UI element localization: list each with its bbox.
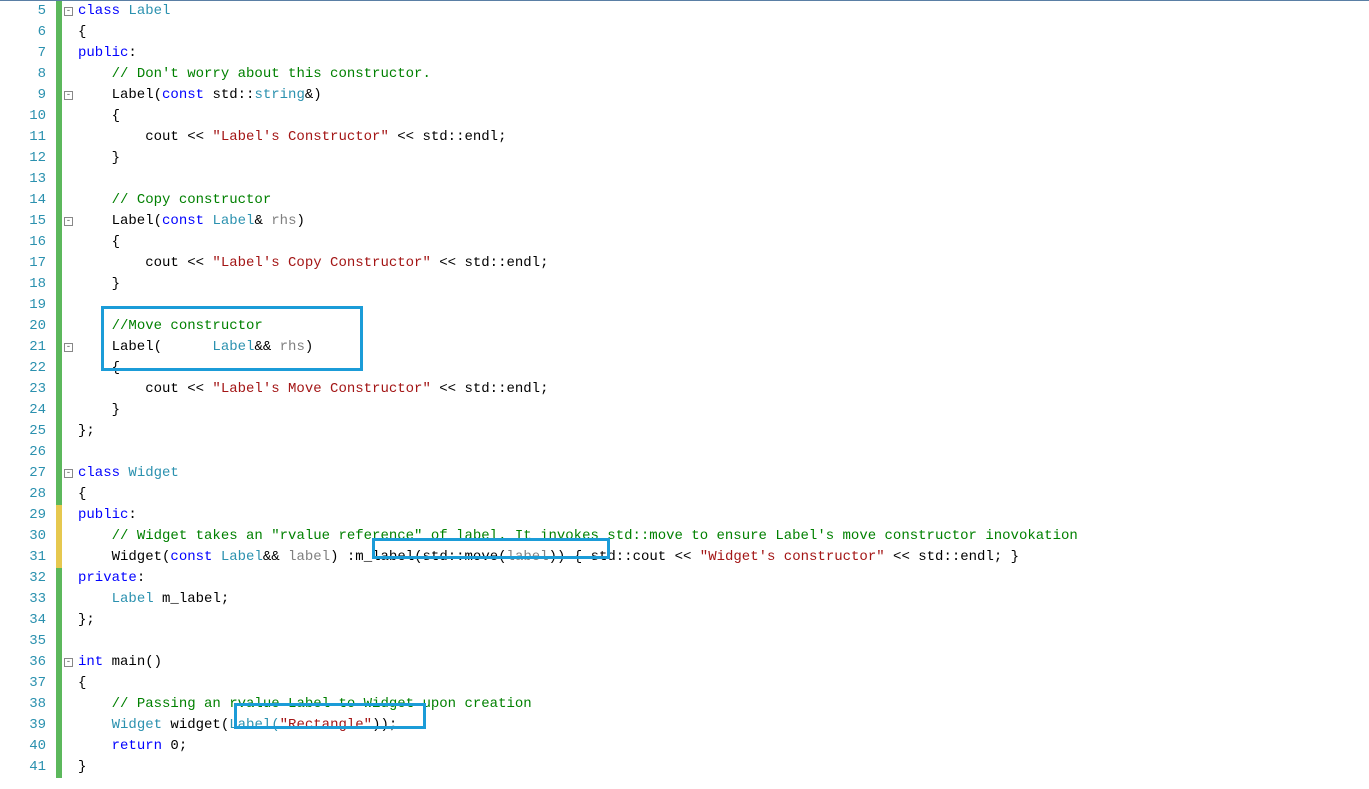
comment: // Passing an rvalue Label to Widget upo… (112, 696, 532, 712)
line-number: 17 (0, 253, 46, 274)
line-number: 6 (0, 22, 46, 43)
fold-toggle-icon[interactable]: - (64, 343, 73, 352)
code-line[interactable]: // Widget takes an "rvalue reference" of… (78, 526, 1369, 547)
line-number: 26 (0, 442, 46, 463)
comment: // Widget takes an "rvalue reference" of… (112, 528, 1078, 544)
line-number: 10 (0, 106, 46, 127)
code-line[interactable]: //Move constructor (78, 316, 1369, 337)
line-number: 25 (0, 421, 46, 442)
keyword: class (78, 3, 128, 19)
code-line[interactable]: public: (78, 505, 1369, 526)
line-number: 40 (0, 736, 46, 757)
fold-toggle-icon[interactable]: - (64, 658, 73, 667)
code-line[interactable]: cout << "Label's Move Constructor" << st… (78, 379, 1369, 400)
line-number: 31 (0, 547, 46, 568)
line-number: 32 (0, 568, 46, 589)
keyword: public (78, 45, 128, 61)
code-line[interactable]: // Copy constructor (78, 190, 1369, 211)
line-number: 7 (0, 43, 46, 64)
code-line[interactable]: { (78, 106, 1369, 127)
line-number: 5 (0, 1, 46, 22)
code-line[interactable]: // Don't worry about this constructor. (78, 64, 1369, 85)
line-number: 41 (0, 757, 46, 778)
code-line[interactable]: Label(const std::string&) (78, 85, 1369, 106)
code-line[interactable]: Label m_label; (78, 589, 1369, 610)
code-line[interactable]: class Label (78, 1, 1369, 22)
comment: //Move constructor (112, 318, 263, 334)
code-line[interactable]: { (78, 358, 1369, 379)
code-line[interactable]: // Passing an rvalue Label to Widget upo… (78, 694, 1369, 715)
line-number: 8 (0, 64, 46, 85)
code-line[interactable]: cout << "Label's Copy Constructor" << st… (78, 253, 1369, 274)
line-number: 27 (0, 463, 46, 484)
code-line[interactable]: }; (78, 610, 1369, 631)
line-number: 23 (0, 379, 46, 400)
line-number: 37 (0, 673, 46, 694)
code-line[interactable]: } (78, 274, 1369, 295)
code-line[interactable]: public: (78, 43, 1369, 64)
line-number: 21 (0, 337, 46, 358)
code-line[interactable]: } (78, 757, 1369, 778)
code-line[interactable]: private: (78, 568, 1369, 589)
code-line[interactable] (78, 295, 1369, 316)
code-line[interactable]: Label(const Label& rhs) (78, 211, 1369, 232)
comment: // Don't worry about this constructor. (112, 66, 431, 82)
code-area[interactable]: class Label { public: // Don't worry abo… (76, 1, 1369, 778)
line-number: 30 (0, 526, 46, 547)
line-number: 16 (0, 232, 46, 253)
code-line[interactable]: Widget(const Label&& label) :m_label(std… (78, 547, 1369, 568)
fold-toggle-icon[interactable]: - (64, 217, 73, 226)
line-number-column: 5678910111213141516171819202122232425262… (0, 1, 56, 778)
code-line[interactable] (78, 169, 1369, 190)
code-line[interactable]: { (78, 484, 1369, 505)
code-editor[interactable]: 5678910111213141516171819202122232425262… (0, 0, 1369, 778)
gutter: 5678910111213141516171819202122232425262… (0, 1, 56, 778)
line-number: 18 (0, 274, 46, 295)
line-number: 39 (0, 715, 46, 736)
code-line[interactable]: }; (78, 421, 1369, 442)
line-number: 33 (0, 589, 46, 610)
line-number: 29 (0, 505, 46, 526)
string-literal: "Label's Constructor" (212, 129, 388, 145)
code-line[interactable]: } (78, 400, 1369, 421)
line-number: 12 (0, 148, 46, 169)
code-line[interactable]: Widget widget(Label("Rectangle")); (78, 715, 1369, 736)
line-number: 15 (0, 211, 46, 232)
line-number: 38 (0, 694, 46, 715)
code-line[interactable]: } (78, 148, 1369, 169)
fold-column: - - - - - - (62, 1, 76, 778)
code-line[interactable]: int main() (78, 652, 1369, 673)
comment: // Copy constructor (112, 192, 272, 208)
code-line[interactable] (78, 442, 1369, 463)
code-line[interactable]: class Widget (78, 463, 1369, 484)
fold-toggle-icon[interactable]: - (64, 7, 73, 16)
code-line[interactable] (78, 631, 1369, 652)
line-number: 24 (0, 400, 46, 421)
parameter: rhs (280, 339, 305, 355)
code-line[interactable]: cout << "Label's Constructor" << std::en… (78, 127, 1369, 148)
code-line[interactable]: Label( Label&& rhs) (78, 337, 1369, 358)
code-line[interactable]: { (78, 232, 1369, 253)
line-number: 14 (0, 190, 46, 211)
fold-toggle-icon[interactable]: - (64, 91, 73, 100)
code-line[interactable]: { (78, 673, 1369, 694)
line-number: 20 (0, 316, 46, 337)
fold-toggle-icon[interactable]: - (64, 469, 73, 478)
code-line[interactable]: return 0; (78, 736, 1369, 757)
line-number: 13 (0, 169, 46, 190)
type-name: Label (128, 3, 170, 19)
parameter: rhs (271, 213, 296, 229)
line-number: 11 (0, 127, 46, 148)
line-number: 22 (0, 358, 46, 379)
line-number: 36 (0, 652, 46, 673)
code-line[interactable]: { (78, 22, 1369, 43)
line-number: 34 (0, 610, 46, 631)
line-number: 9 (0, 85, 46, 106)
line-number: 19 (0, 295, 46, 316)
line-number: 35 (0, 631, 46, 652)
line-number: 28 (0, 484, 46, 505)
